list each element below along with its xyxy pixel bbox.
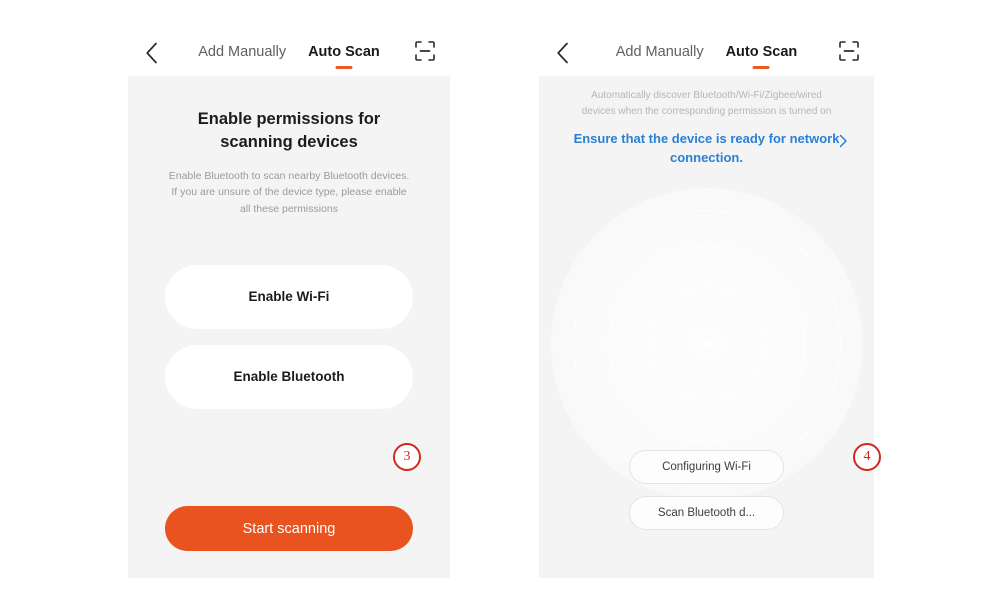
tab-auto-scan[interactable]: Auto Scan bbox=[308, 44, 380, 62]
screenshot-canvas: Add Manually Auto Scan Enable permission… bbox=[0, 0, 1000, 600]
tab-add-manually[interactable]: Add Manually bbox=[198, 44, 286, 62]
page-title: Enable permissions for scanning devices bbox=[197, 110, 381, 152]
phone-screen-permissions: Add Manually Auto Scan Enable permission… bbox=[128, 30, 450, 578]
page-subtitle: Enable Bluetooth to scan nearby Bluetoot… bbox=[168, 170, 410, 215]
header-tabs-right: Add Manually Auto Scan bbox=[539, 44, 874, 62]
header-tabs-left: Add Manually Auto Scan bbox=[128, 44, 450, 62]
app-header-right: Add Manually Auto Scan bbox=[539, 30, 874, 76]
permission-options-list: Enable Wi-Fi Enable Bluetooth bbox=[128, 264, 450, 409]
radar-center-dot bbox=[703, 340, 710, 348]
chevron-right-icon bbox=[839, 134, 848, 153]
phone-screen-scanning: Add Manually Auto Scan Automatically dis… bbox=[539, 30, 874, 578]
auto-scan-hint: Automatically discover Bluetooth/Wi-Fi/Z… bbox=[581, 90, 832, 117]
tab-add-manually-right[interactable]: Add Manually bbox=[616, 44, 704, 62]
scan-frame-icon bbox=[838, 40, 860, 67]
scan-frame-icon bbox=[414, 40, 436, 67]
screen-body-permissions: Enable permissions for scanning devices … bbox=[128, 76, 450, 578]
scan-qr-button-right[interactable] bbox=[836, 40, 862, 66]
chip-configuring-wifi[interactable]: Configuring Wi-Fi bbox=[629, 450, 784, 484]
tab-auto-scan-right[interactable]: Auto Scan bbox=[726, 44, 798, 62]
cta-container: Start scanning bbox=[165, 506, 413, 551]
enable-wifi-button[interactable]: Enable Wi-Fi bbox=[165, 264, 413, 329]
annotation-badge-4: 4 bbox=[853, 443, 881, 471]
scan-status-chips: Configuring Wi-Fi Scan Bluetooth d... bbox=[539, 450, 874, 530]
enable-bluetooth-button[interactable]: Enable Bluetooth bbox=[165, 344, 413, 409]
device-ready-link[interactable]: Ensure that the device is ready for netw… bbox=[539, 130, 874, 168]
screen-body-scanning: Automatically discover Bluetooth/Wi-Fi/Z… bbox=[539, 76, 874, 578]
device-ready-link-text: Ensure that the device is ready for netw… bbox=[573, 131, 840, 165]
start-scanning-button[interactable]: Start scanning bbox=[165, 506, 413, 551]
annotation-badge-3: 3 bbox=[393, 443, 421, 471]
app-header-left: Add Manually Auto Scan bbox=[128, 30, 450, 76]
chip-scan-bluetooth-devices[interactable]: Scan Bluetooth d... bbox=[629, 496, 784, 530]
scan-qr-button[interactable] bbox=[412, 40, 438, 66]
